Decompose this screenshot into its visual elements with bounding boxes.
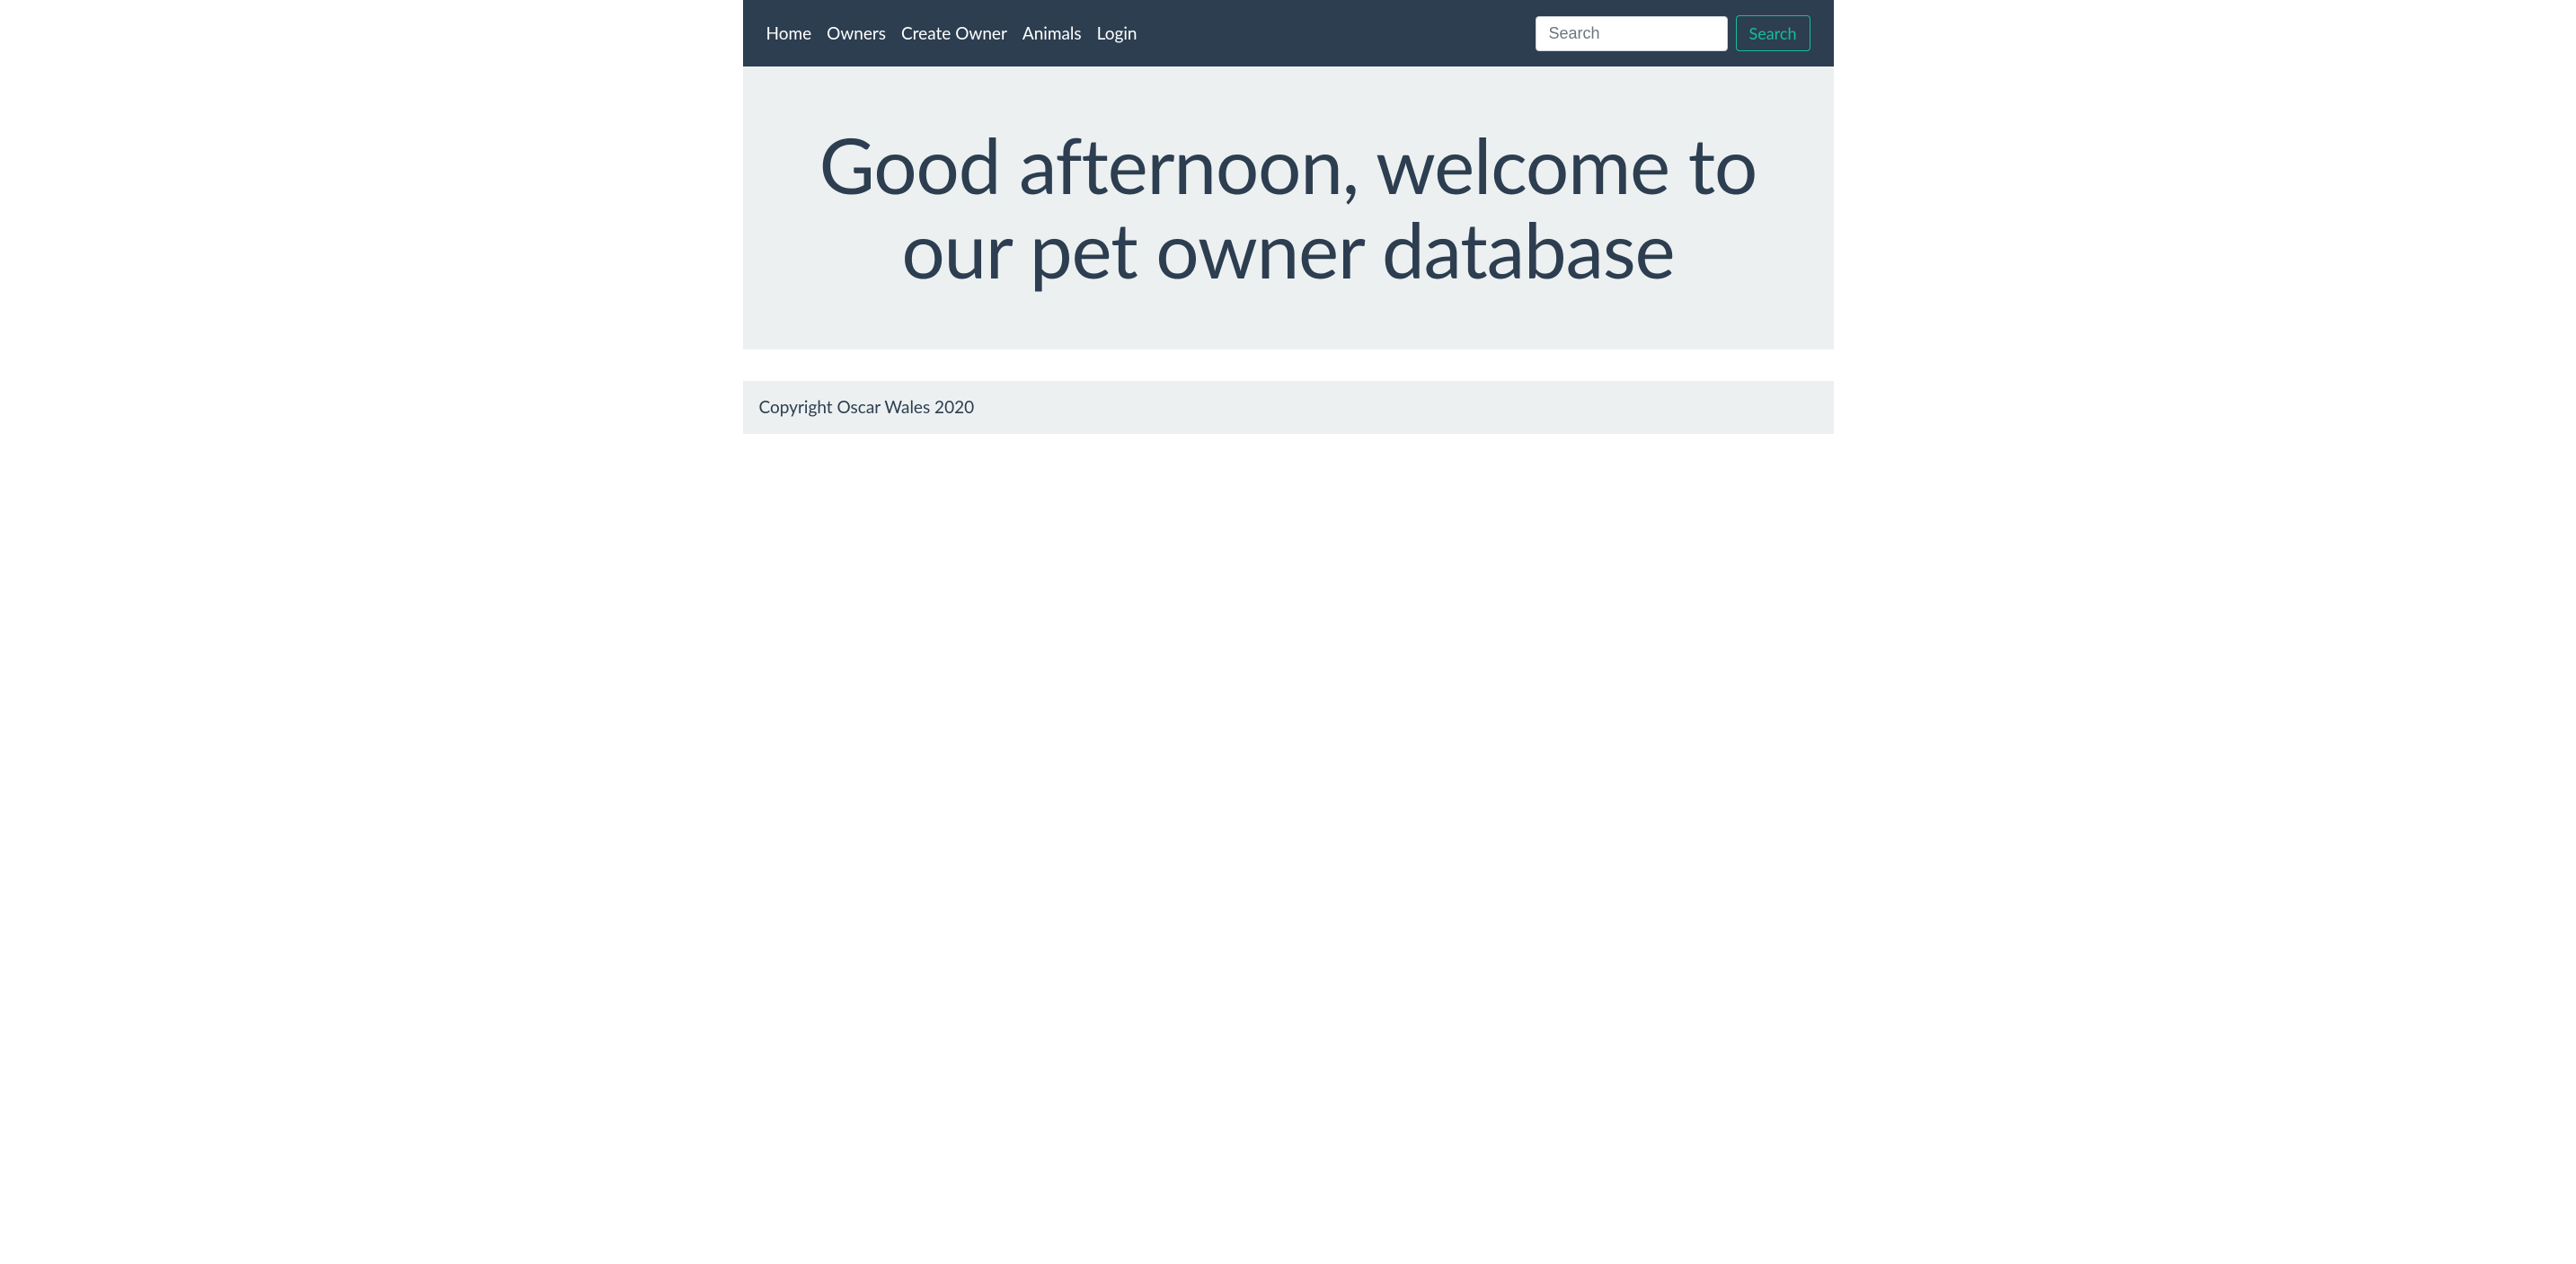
- footer: Copyright Oscar Wales 2020: [743, 381, 1834, 434]
- nav-link-create-owner[interactable]: Create Owner: [901, 23, 1007, 44]
- search-button[interactable]: Search: [1736, 15, 1810, 51]
- nav-links: Home Owners Create Owner Animals Login: [766, 23, 1138, 44]
- nav-link-animals[interactable]: Animals: [1022, 23, 1082, 44]
- jumbotron: Good afternoon, welcome to our pet owner…: [743, 66, 1834, 349]
- page-title: Good afternoon, welcome to our pet owner…: [766, 124, 1810, 292]
- search-input[interactable]: [1536, 16, 1728, 51]
- search-form: Search: [1536, 15, 1810, 51]
- nav-link-home[interactable]: Home: [766, 23, 812, 44]
- navbar: Home Owners Create Owner Animals Login S…: [743, 0, 1834, 66]
- footer-text: Copyright Oscar Wales 2020: [759, 397, 1818, 418]
- nav-link-login[interactable]: Login: [1097, 23, 1138, 44]
- nav-link-owners[interactable]: Owners: [827, 23, 886, 44]
